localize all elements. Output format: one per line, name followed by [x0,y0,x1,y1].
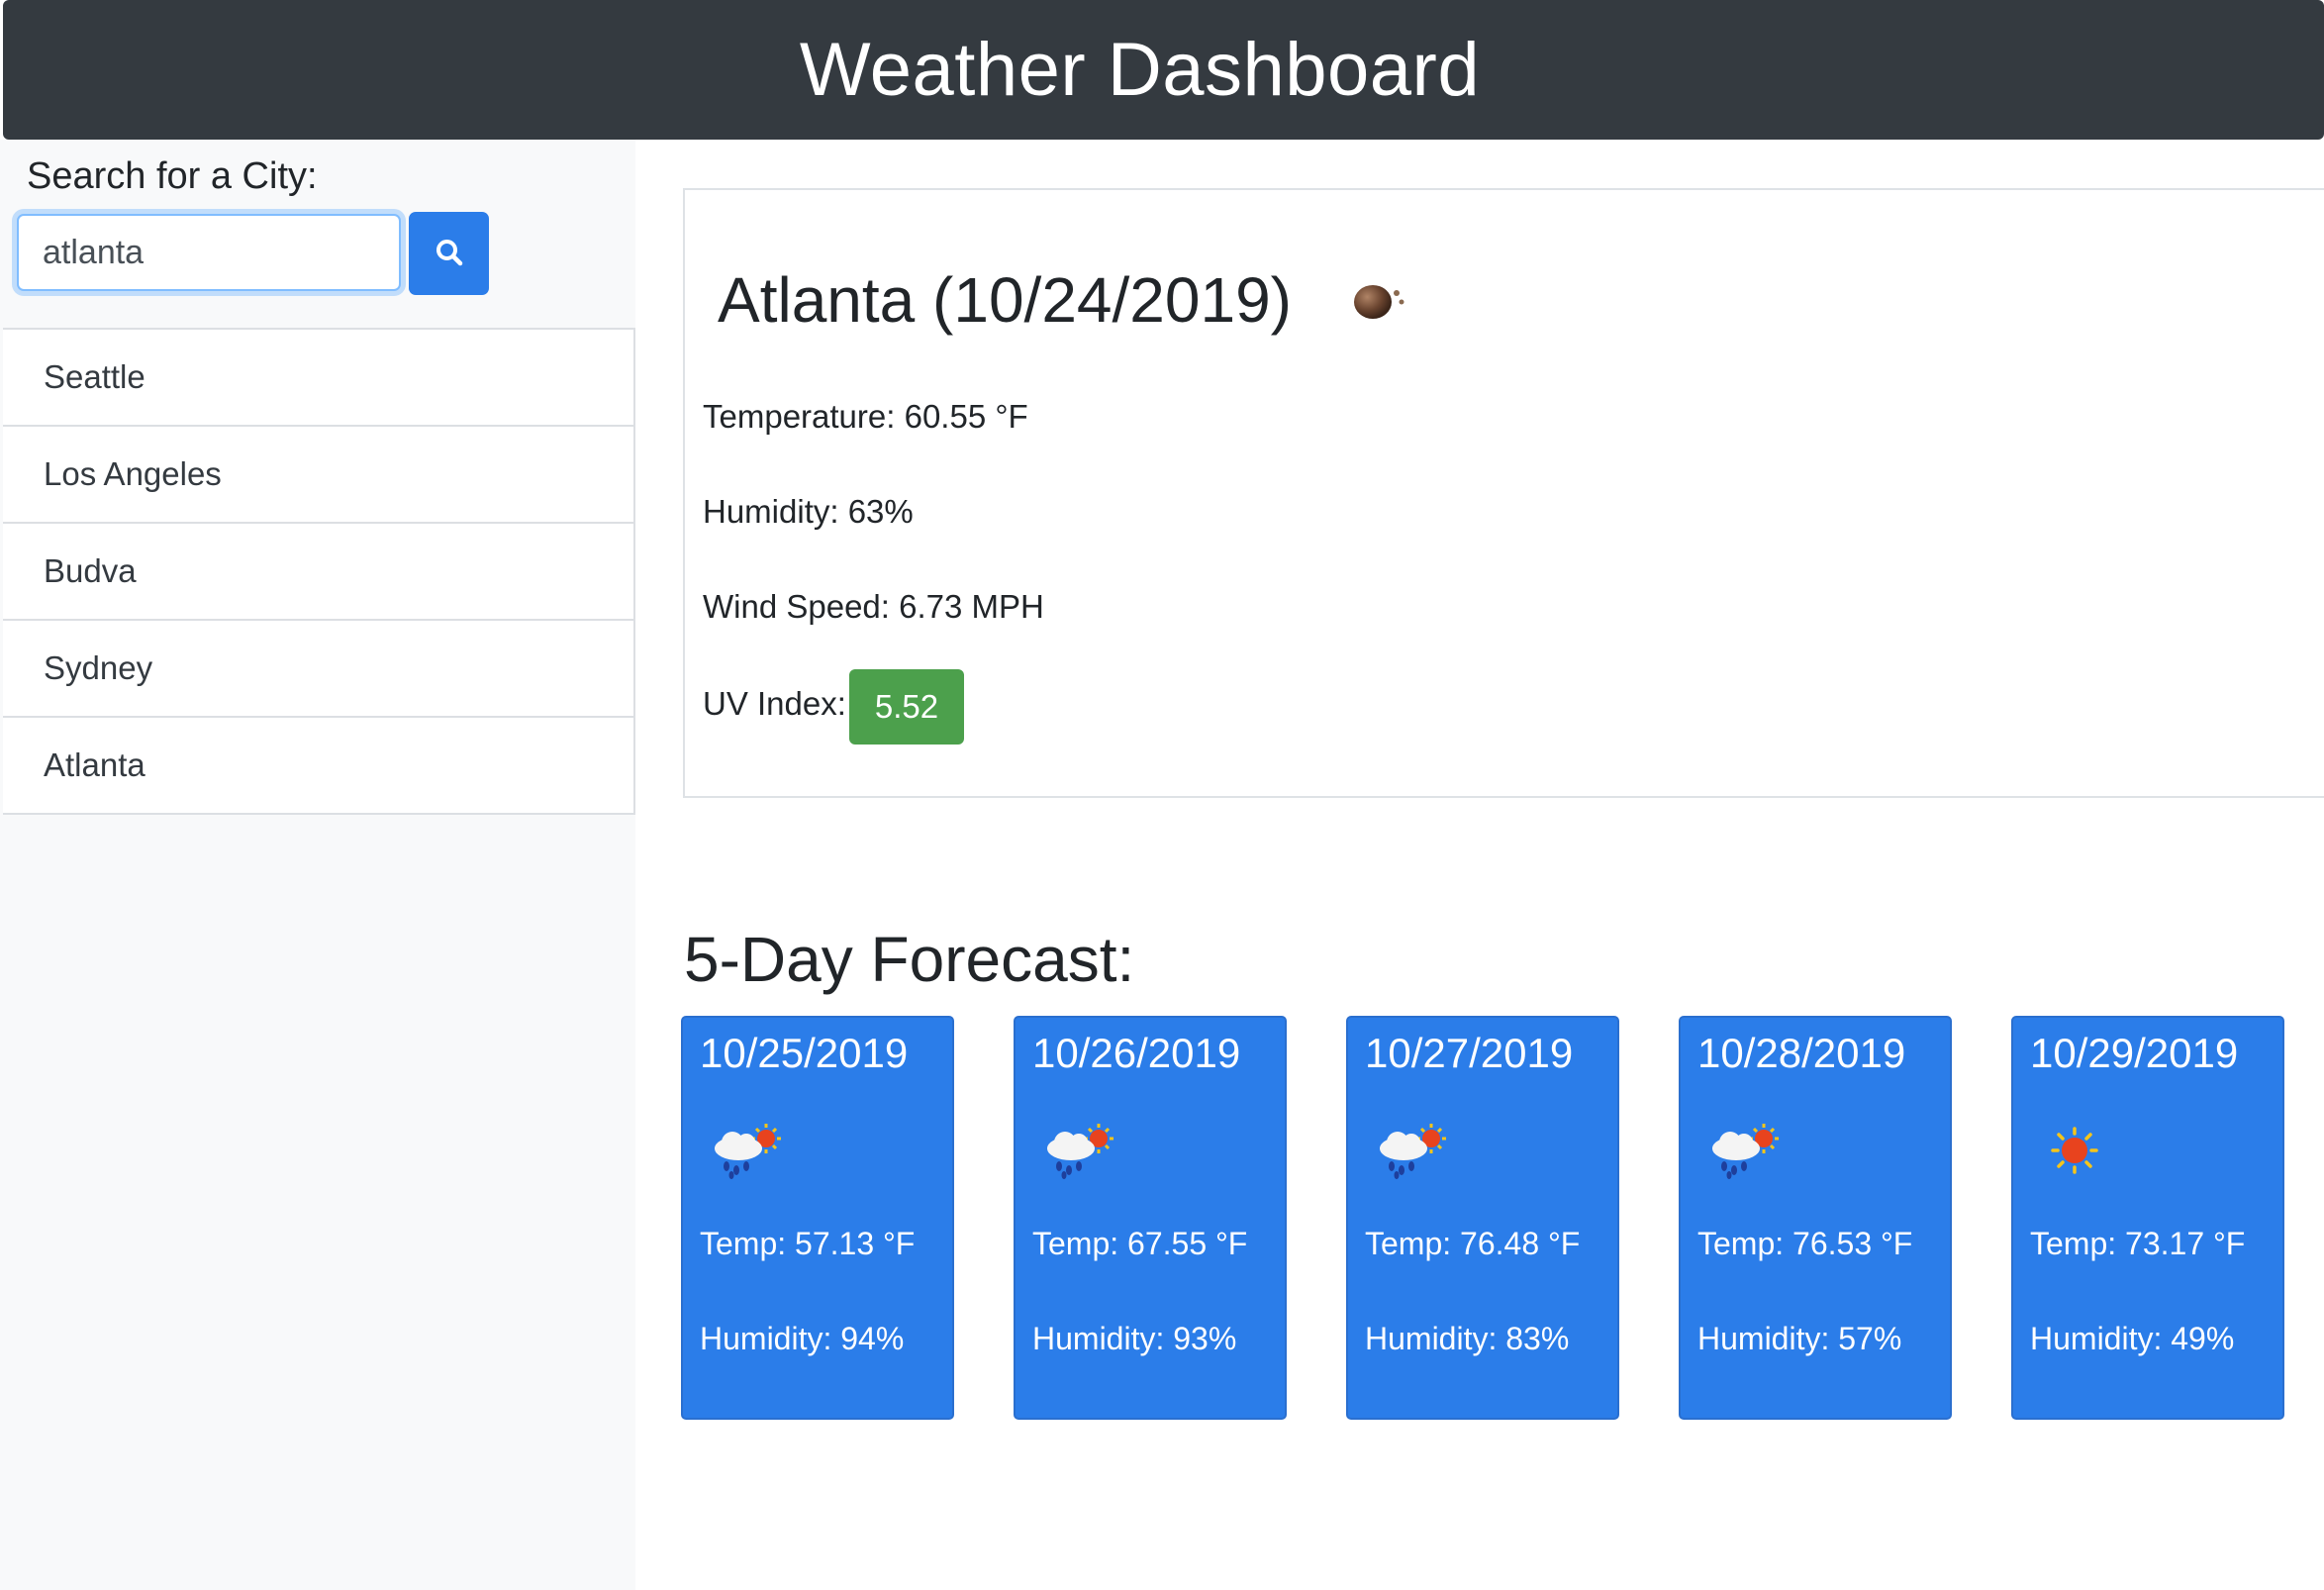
city-item-los-angeles[interactable]: Los Angeles [3,427,635,524]
app-header: Weather Dashboard [3,0,2324,140]
forecast-date: 10/29/2019 [2030,1030,2239,1076]
rain-sun-icon [1706,1121,1786,1185]
city-history-list: Seattle Los Angeles Budva Sydney Atlanta [3,328,635,815]
forecast-date: 10/25/2019 [700,1030,909,1076]
forecast-date: 10/26/2019 [1032,1030,1241,1076]
city-item-budva[interactable]: Budva [3,524,635,621]
current-weather-card: Atlanta (10/24/2019) Temperature: 60.55 … [683,188,2324,798]
city-item-atlanta[interactable]: Atlanta [3,718,635,815]
city-item-seattle[interactable]: Seattle [3,330,635,427]
mist-icon [1350,277,1409,332]
sun-icon [2039,1121,2118,1185]
forecast-humidity: Humidity: 83% [1365,1321,1570,1356]
forecast-temp: Temp: 76.48 °F [1365,1226,1581,1261]
city-item-sydney[interactable]: Sydney [3,621,635,718]
rain-sun-icon [709,1121,788,1185]
current-temperature: Temperature: 60.55 °F [703,398,1028,435]
forecast-humidity: Humidity: 94% [700,1321,905,1356]
current-humidity: Humidity: 63% [703,493,914,530]
current-wind-speed: Wind Speed: 6.73 MPH [703,588,1044,625]
search-label: Search for a City: [27,155,318,197]
forecast-date: 10/27/2019 [1365,1030,1574,1076]
forecast-card: 10/26/2019 Temp: 67.55 °F Humidity: 93% [1014,1016,1287,1420]
uv-index-label: UV Index: [703,685,846,722]
forecast-date: 10/28/2019 [1697,1030,1906,1076]
page-title: Weather Dashboard [799,28,1481,112]
search-input[interactable] [17,214,401,291]
forecast-temp: Temp: 67.55 °F [1032,1226,1248,1261]
forecast-temp: Temp: 76.53 °F [1697,1226,1913,1261]
uv-index-badge: 5.52 [849,669,964,745]
forecast-humidity: Humidity: 49% [2030,1321,2235,1356]
forecast-card: 10/29/2019 Temp: 73.17 °F Humidity: 49% [2011,1016,2284,1420]
forecast-title: 5-Day Forecast: [684,924,1135,995]
sidebar: Search for a City: Seattle Los Angeles B… [0,140,635,1590]
forecast-card: 10/27/2019 Temp: 76.48 °F Humidity: 83% [1346,1016,1619,1420]
search-button[interactable] [409,212,489,295]
forecast-card: 10/25/2019 Temp: 57.13 °F Humidity: 94% [681,1016,954,1420]
forecast-humidity: Humidity: 57% [1697,1321,1902,1356]
rain-sun-icon [1374,1121,1453,1185]
search-icon [435,238,464,270]
forecast-temp: Temp: 57.13 °F [700,1226,916,1261]
forecast-temp: Temp: 73.17 °F [2030,1226,2246,1261]
rain-sun-icon [1041,1121,1120,1185]
forecast-humidity: Humidity: 93% [1032,1321,1237,1356]
forecast-card: 10/28/2019 Temp: 76.53 °F Humidity: 57% [1679,1016,1952,1420]
current-city-title: Atlanta (10/24/2019) [718,264,1292,336]
